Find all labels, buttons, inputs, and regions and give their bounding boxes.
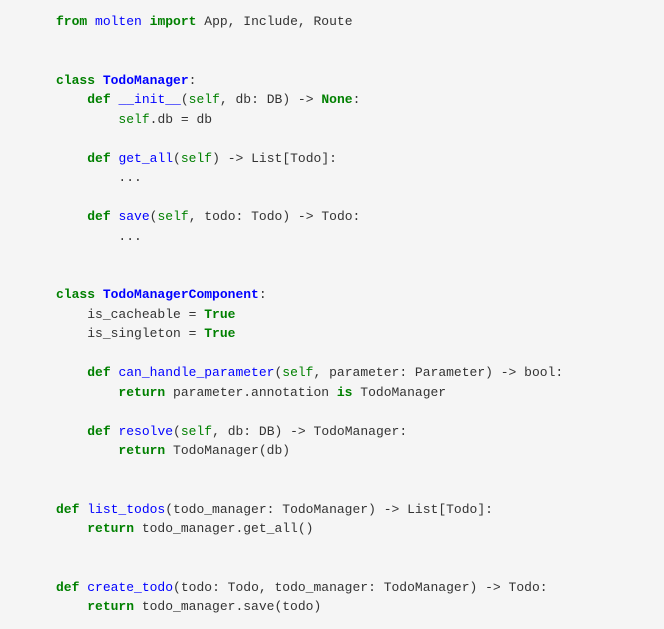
bool-value: True <box>204 307 235 322</box>
code-content: from molten import App, Include, Route c… <box>0 12 664 617</box>
arrow: -> <box>290 92 321 107</box>
arrow: -> <box>376 502 407 517</box>
keyword-return: return <box>87 599 134 614</box>
comma: , <box>212 424 228 439</box>
arrow: -> <box>493 365 524 380</box>
self-param: self <box>282 365 313 380</box>
return-type: List[Todo]: <box>251 151 337 166</box>
function-name: list_todos <box>87 502 165 517</box>
colon: : <box>555 365 563 380</box>
method-name: __init__ <box>118 92 180 107</box>
keyword-is: is <box>337 385 353 400</box>
self-param: self <box>181 424 212 439</box>
keyword-return: return <box>118 443 165 458</box>
expr: todo_manager.save(todo) <box>134 599 321 614</box>
paren: ( <box>173 151 181 166</box>
arrow: -> <box>282 424 313 439</box>
ellipsis: ... <box>118 229 141 244</box>
class-name: TodoManagerComponent <box>103 287 259 302</box>
param: todo_manager: TodoManager <box>173 502 368 517</box>
colon: : <box>189 73 197 88</box>
expr: parameter.annotation <box>165 385 337 400</box>
param: parameter: Parameter <box>329 365 485 380</box>
comma: , <box>314 365 330 380</box>
paren: ) <box>470 580 478 595</box>
keyword-def: def <box>56 580 79 595</box>
keyword-def: def <box>87 424 110 439</box>
self-ref: self <box>118 112 149 127</box>
return-type: bool <box>524 365 555 380</box>
paren: ) <box>485 365 493 380</box>
keyword-from: from <box>56 14 87 29</box>
paren: ( <box>173 424 181 439</box>
param: db: DB <box>228 424 275 439</box>
class-name: TodoManager <box>103 73 189 88</box>
self-param: self <box>157 209 188 224</box>
attribute: is_singleton = <box>87 326 204 341</box>
self-param: self <box>189 92 220 107</box>
keyword-return: return <box>87 521 134 536</box>
arrow: -> <box>220 151 251 166</box>
return-type: None <box>321 92 352 107</box>
keyword-class: class <box>56 73 95 88</box>
attribute: is_cacheable = <box>87 307 204 322</box>
colon: : <box>259 287 267 302</box>
param: db: DB <box>236 92 283 107</box>
arrow: -> <box>477 580 508 595</box>
method-name: get_all <box>118 151 173 166</box>
param: todo: Todo, todo_manager: TodoManager <box>181 580 470 595</box>
keyword-def: def <box>87 365 110 380</box>
keyword-def: def <box>87 209 110 224</box>
comma: , <box>220 92 236 107</box>
return-type: TodoManager: <box>314 424 408 439</box>
colon: : <box>353 92 361 107</box>
bool-value: True <box>204 326 235 341</box>
paren: ) <box>212 151 220 166</box>
keyword-def: def <box>56 502 79 517</box>
assignment: .db = db <box>150 112 212 127</box>
import-names: App, Include, Route <box>204 14 352 29</box>
paren: ( <box>181 92 189 107</box>
ellipsis: ... <box>118 170 141 185</box>
arrow: -> <box>290 209 321 224</box>
return-type: Todo: <box>509 580 548 595</box>
method-name: can_handle_parameter <box>118 365 274 380</box>
method-name: save <box>118 209 149 224</box>
return-type: Todo: <box>321 209 360 224</box>
keyword-return: return <box>118 385 165 400</box>
keyword-import: import <box>150 14 197 29</box>
paren: ) <box>282 92 290 107</box>
expr: TodoManager(db) <box>165 443 290 458</box>
paren: ( <box>165 502 173 517</box>
paren: ( <box>173 580 181 595</box>
method-name: resolve <box>118 424 173 439</box>
expr: TodoManager <box>352 385 446 400</box>
self-param: self <box>181 151 212 166</box>
keyword-class: class <box>56 287 95 302</box>
param: todo: Todo <box>204 209 282 224</box>
expr: todo_manager.get_all() <box>134 521 313 536</box>
keyword-def: def <box>87 92 110 107</box>
module-name: molten <box>95 14 142 29</box>
code-block: from molten import App, Include, Route c… <box>0 0 664 629</box>
return-type: List[Todo]: <box>407 502 493 517</box>
paren: ) <box>368 502 376 517</box>
keyword-def: def <box>87 151 110 166</box>
function-name: create_todo <box>87 580 173 595</box>
paren: ) <box>282 209 290 224</box>
comma: , <box>189 209 205 224</box>
